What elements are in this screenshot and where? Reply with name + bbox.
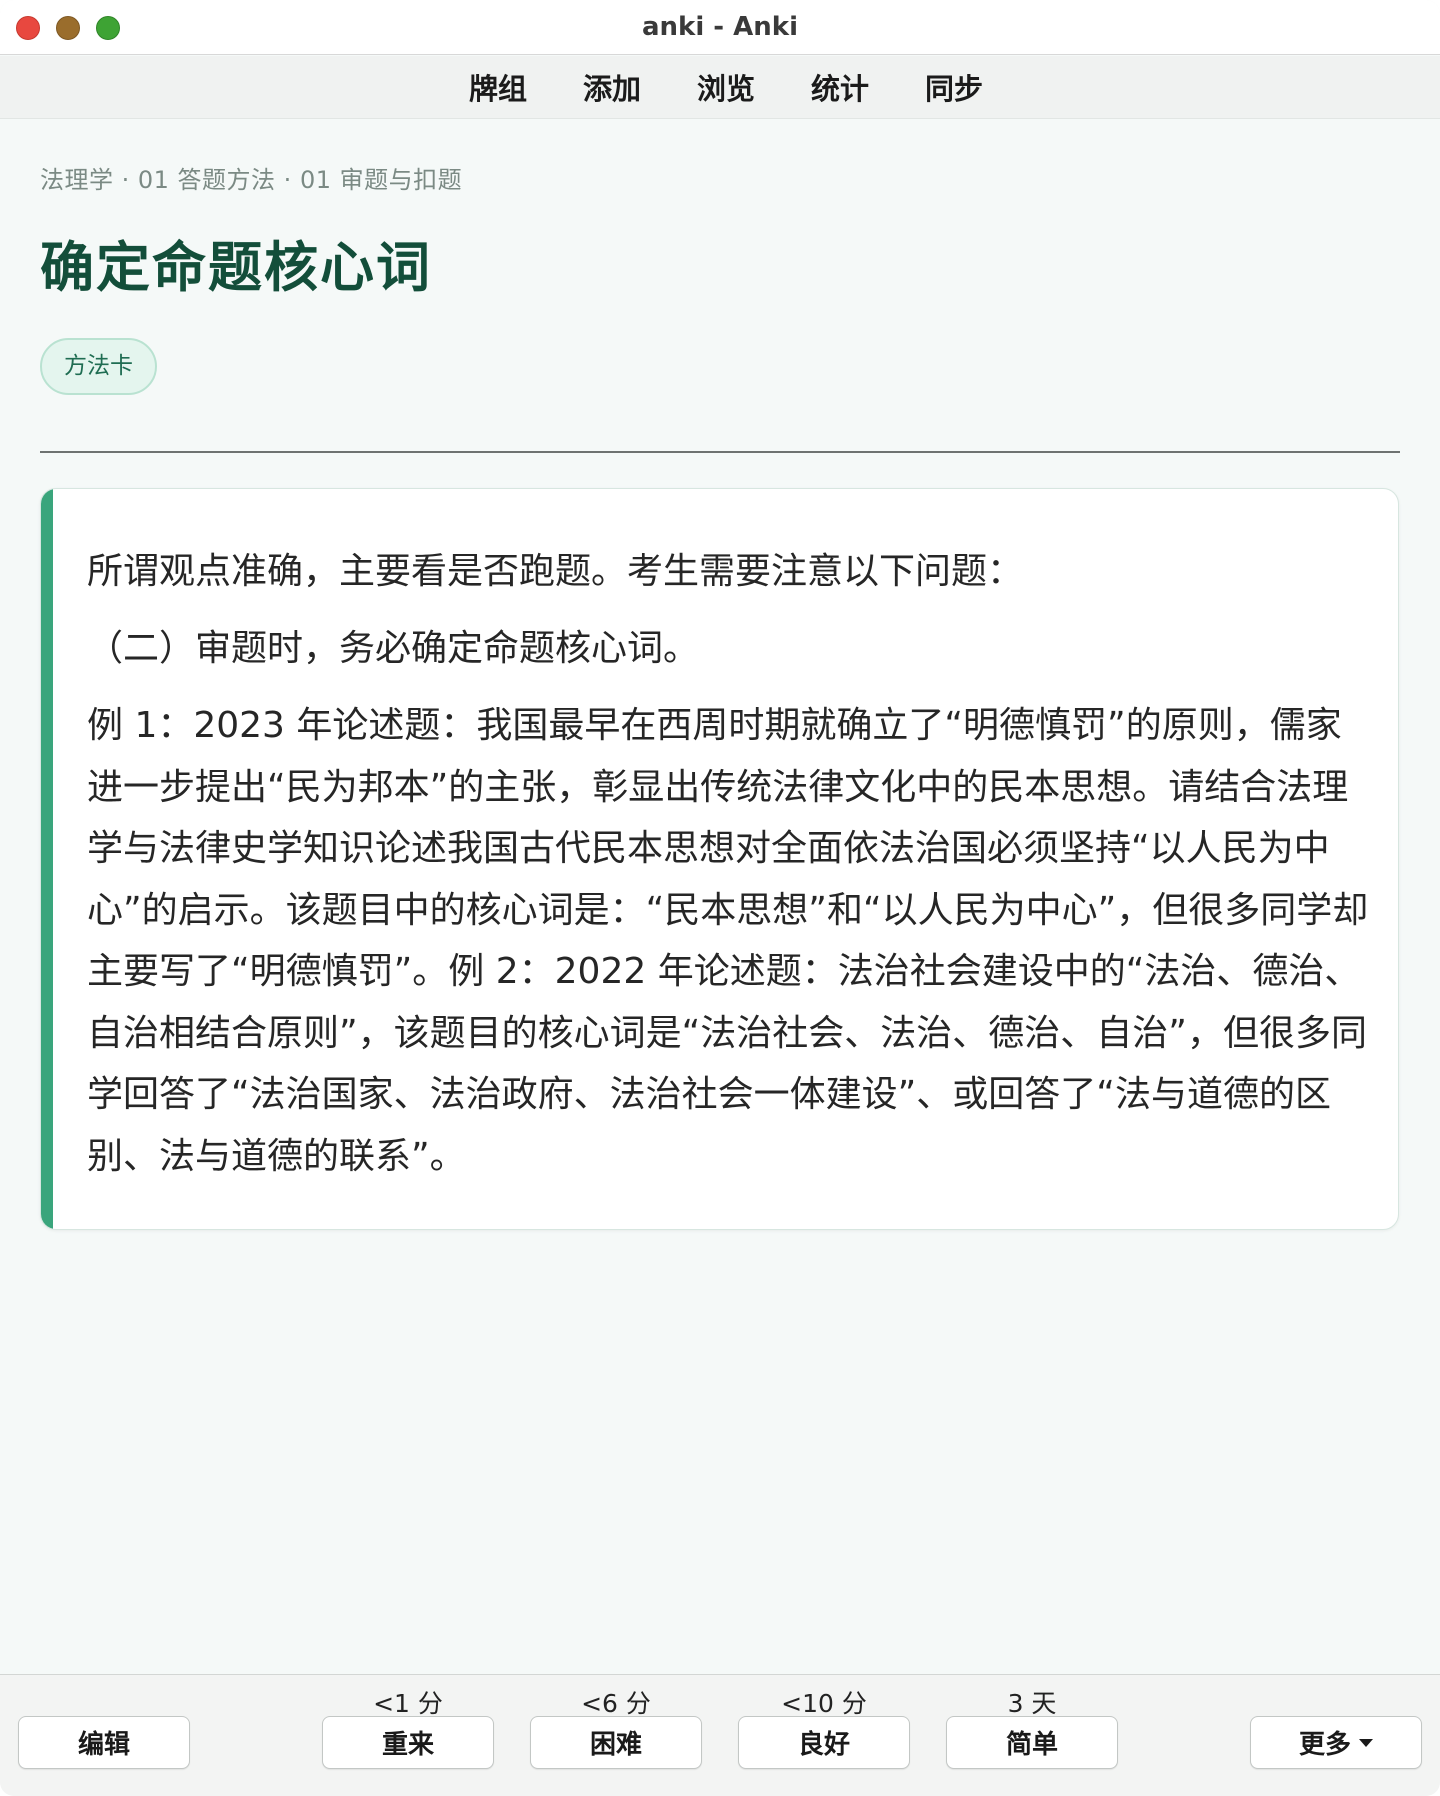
title-bar: anki - Anki	[0, 0, 1440, 55]
edit-button[interactable]: 编辑	[18, 1716, 190, 1769]
answer-accent-bar	[41, 489, 53, 1229]
window-title: anki - Anki	[642, 12, 798, 42]
hard-button[interactable]: 困难	[530, 1716, 702, 1769]
answer-text: 所谓观点准确，主要看是否跑题。考生需要注意以下问题： （二）审题时，务必确定命题…	[87, 541, 1377, 1203]
answer-divider	[40, 451, 1400, 453]
anki-window: anki - Anki 牌组 添加 浏览 统计 同步 法理学 · 01 答题方法…	[0, 0, 1440, 1796]
answer-box: 所谓观点准确，主要看是否跑题。考生需要注意以下问题： （二）审题时，务必确定命题…	[40, 488, 1399, 1230]
again-interval: <1 分	[373, 1689, 443, 1718]
good-button[interactable]: 良好	[738, 1716, 910, 1769]
review-bottom-bar	[0, 1674, 1440, 1796]
toolbar-decks[interactable]: 牌组	[469, 66, 527, 108]
card-tag: 方法卡	[40, 338, 157, 395]
toolbar-sync[interactable]: 同步	[925, 66, 983, 108]
card-front: 法理学 · 01 答题方法 · 01 审题与扣题 确定命题核心词 方法卡	[40, 160, 1400, 453]
hard-interval: <6 分	[581, 1689, 651, 1718]
more-button-label: 更多	[1298, 1730, 1351, 1760]
good-interval: <10 分	[781, 1689, 867, 1718]
answer-paragraph: 例 1：2023 年论述题：我国最早在西周时期就确立了“明德慎罚”的原则，儒家进…	[87, 705, 1369, 1177]
card-title: 确定命题核心词	[40, 236, 432, 299]
main-toolbar: 牌组 添加 浏览 统计 同步	[0, 56, 1440, 119]
answer-paragraph: 所谓观点准确，主要看是否跑题。考生需要注意以下问题：	[87, 551, 1024, 592]
toolbar-browse[interactable]: 浏览	[697, 66, 755, 108]
again-button[interactable]: 重来	[322, 1716, 494, 1769]
answer-paragraph: （二）审题时，务必确定命题核心词。	[87, 628, 700, 669]
toolbar-add[interactable]: 添加	[583, 66, 641, 108]
breadcrumb: 法理学 · 01 答题方法 · 01 审题与扣题	[40, 166, 463, 194]
caret-down-icon	[1359, 1738, 1373, 1747]
more-button[interactable]: 更多	[1250, 1716, 1422, 1769]
easy-interval: 3 天	[1007, 1689, 1057, 1718]
toolbar-stats[interactable]: 统计	[811, 66, 869, 108]
easy-button[interactable]: 简单	[946, 1716, 1118, 1769]
